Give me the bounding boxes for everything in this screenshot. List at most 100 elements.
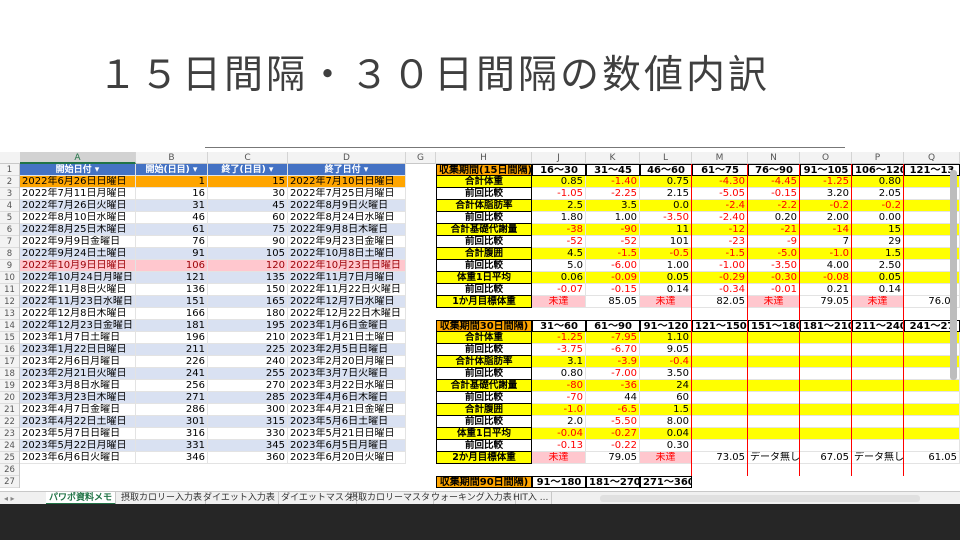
metric-value[interactable]: 5.0 (532, 260, 586, 272)
metric-value[interactable]: 0.85 (532, 176, 586, 188)
start-date-cell[interactable]: 2023年5月22日月曜日 (20, 440, 136, 452)
metric-value[interactable]: 未達 (640, 296, 692, 308)
metric-value[interactable] (904, 416, 960, 428)
end-date-cell[interactable]: 2023年5月6日土曜日 (288, 416, 406, 428)
period-label[interactable]: 211～240 (852, 320, 904, 332)
end-day-cell[interactable]: 15 (208, 176, 288, 188)
metric-value[interactable] (852, 356, 904, 368)
metric-value[interactable] (852, 404, 904, 416)
table-header-cell[interactable]: 開始(日目) ▾ (136, 164, 208, 176)
metric-value[interactable]: 61.05 (904, 452, 960, 464)
metric-value[interactable]: 79.05 (586, 452, 640, 464)
metric-value[interactable]: -1.40 (586, 176, 640, 188)
table-header-cell[interactable]: 終了日付 ▾ (288, 164, 406, 176)
metric-value[interactable]: -0.13 (532, 440, 586, 452)
metric-value[interactable]: 0.04 (640, 428, 692, 440)
end-day-cell[interactable]: 45 (208, 200, 288, 212)
metric-value[interactable] (748, 380, 800, 392)
end-day-cell[interactable]: 270 (208, 380, 288, 392)
metric-value[interactable]: -0.07 (532, 284, 586, 296)
metric-value[interactable]: -0.15 (586, 284, 640, 296)
end-date-cell[interactable]: 2023年1月6日金曜日 (288, 320, 406, 332)
metric-value[interactable]: 2.00 (800, 212, 852, 224)
period-label[interactable]: 16～30 (532, 164, 586, 176)
metric-value[interactable]: 82.05 (692, 296, 748, 308)
end-day-cell[interactable]: 120 (208, 260, 288, 272)
column-header-c[interactable]: C (208, 152, 288, 164)
row-header[interactable]: 15 (0, 332, 19, 344)
end-day-cell[interactable]: 225 (208, 344, 288, 356)
column-header-a[interactable]: A (20, 152, 136, 164)
metric-value[interactable]: 2.50 (852, 260, 904, 272)
row-header[interactable]: 2 (0, 176, 19, 188)
row-header[interactable]: 9 (0, 260, 19, 272)
end-day-cell[interactable]: 180 (208, 308, 288, 320)
metric-value[interactable]: 4.00 (800, 260, 852, 272)
metric-value[interactable] (748, 356, 800, 368)
metric-value[interactable]: -6.00 (586, 260, 640, 272)
start-date-cell[interactable]: 2023年5月7日日曜日 (20, 428, 136, 440)
metric-value[interactable] (800, 428, 852, 440)
start-day-cell[interactable]: 226 (136, 356, 208, 368)
metric-value[interactable] (692, 380, 748, 392)
metric-value[interactable]: -1.00 (692, 260, 748, 272)
metric-value[interactable]: -5.50 (586, 416, 640, 428)
end-day-cell[interactable]: 300 (208, 404, 288, 416)
row-header[interactable]: 5 (0, 212, 19, 224)
start-day-cell[interactable]: 31 (136, 200, 208, 212)
start-day-cell[interactable]: 271 (136, 392, 208, 404)
metric-value[interactable]: 0.80 (532, 368, 586, 380)
metric-value[interactable]: -70 (532, 392, 586, 404)
metric-value[interactable]: 未達 (852, 296, 904, 308)
metric-label[interactable]: 体重1日平均 (436, 272, 532, 284)
period-label[interactable]: 181～270 (586, 476, 640, 488)
start-date-cell[interactable]: 2023年2月6日月曜日 (20, 356, 136, 368)
end-day-cell[interactable]: 330 (208, 428, 288, 440)
metric-value[interactable]: 9.05 (640, 344, 692, 356)
start-date-cell[interactable]: 2022年12月8日木曜日 (20, 308, 136, 320)
metric-value[interactable]: 1.00 (640, 260, 692, 272)
end-day-cell[interactable]: 285 (208, 392, 288, 404)
end-day-cell[interactable]: 150 (208, 284, 288, 296)
start-day-cell[interactable]: 241 (136, 368, 208, 380)
row-header[interactable]: 23 (0, 428, 19, 440)
end-date-cell[interactable]: 2022年11月7日月曜日 (288, 272, 406, 284)
metric-label[interactable]: 体重1日平均 (436, 428, 532, 440)
start-day-cell[interactable]: 301 (136, 416, 208, 428)
end-day-cell[interactable]: 360 (208, 452, 288, 464)
metric-label[interactable]: 前回比較 (436, 284, 532, 296)
metric-value[interactable]: -5.05 (692, 188, 748, 200)
metric-value[interactable]: 0.05 (640, 272, 692, 284)
metric-value[interactable]: -9 (748, 236, 800, 248)
period-label[interactable]: 151～180 (748, 320, 800, 332)
period-label[interactable]: 31～45 (586, 164, 640, 176)
period-label[interactable]: 91～105 (800, 164, 852, 176)
start-date-cell[interactable]: 2023年2月21日火曜日 (20, 368, 136, 380)
metric-label[interactable]: 前回比較 (436, 368, 532, 380)
metric-value[interactable] (692, 416, 748, 428)
metric-value[interactable]: 3.50 (640, 368, 692, 380)
end-day-cell[interactable]: 255 (208, 368, 288, 380)
metric-value[interactable] (692, 368, 748, 380)
row-header[interactable]: 22 (0, 416, 19, 428)
column-header-o[interactable]: O (800, 152, 852, 164)
metric-value[interactable]: -6.5 (586, 404, 640, 416)
metric-value[interactable]: -6.70 (586, 344, 640, 356)
metric-value[interactable] (748, 332, 800, 344)
start-day-cell[interactable]: 316 (136, 428, 208, 440)
metric-value[interactable]: -1.5 (692, 248, 748, 260)
start-day-cell[interactable]: 166 (136, 308, 208, 320)
period-label[interactable]: 121～150 (692, 320, 748, 332)
row-header[interactable]: 16 (0, 344, 19, 356)
period-label[interactable]: 46～60 (640, 164, 692, 176)
metric-value[interactable]: 67.05 (800, 452, 852, 464)
metric-value[interactable]: -2.25 (586, 188, 640, 200)
metric-label[interactable]: 前回比較 (436, 392, 532, 404)
period-label[interactable]: 181～210 (800, 320, 852, 332)
metric-value[interactable]: -52 (586, 236, 640, 248)
end-date-cell[interactable]: 2022年9月23日金曜日 (288, 236, 406, 248)
metric-value[interactable]: -0.34 (692, 284, 748, 296)
metric-value[interactable] (852, 368, 904, 380)
metric-value[interactable] (748, 392, 800, 404)
metric-value[interactable]: -36 (586, 380, 640, 392)
